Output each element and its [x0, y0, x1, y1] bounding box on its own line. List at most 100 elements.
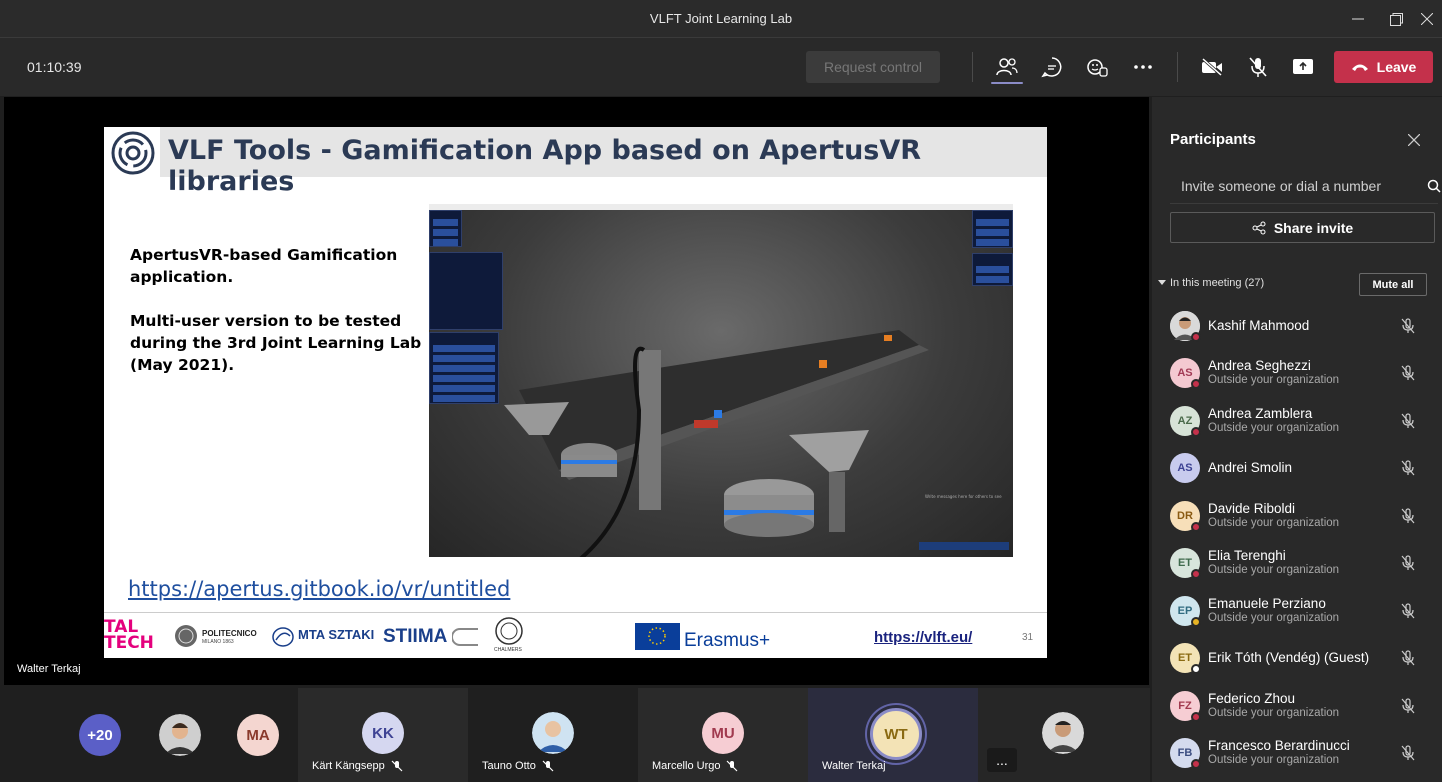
mic-off-icon[interactable]: [1400, 460, 1416, 481]
raise-hand-icon: [1087, 59, 1108, 77]
video-strip: +20 MA KK Kärt Kängsepp Tauno Otto MU Ma…: [0, 688, 1150, 782]
avatar: KK: [362, 712, 404, 754]
more-participants-button[interactable]: ...: [987, 748, 1017, 772]
leave-label: Leave: [1376, 59, 1417, 75]
toolbar-divider: [972, 52, 973, 82]
meeting-toolbar: 01:10:39 Request control Leave: [0, 38, 1442, 96]
tile-name: Kärt Kängsepp: [312, 760, 403, 772]
more-actions-button[interactable]: [1128, 53, 1158, 81]
reactions-button[interactable]: [1082, 53, 1112, 81]
chat-icon: [1041, 57, 1062, 78]
mic-off-icon[interactable]: [1400, 745, 1416, 766]
mic-off-icon[interactable]: [1400, 413, 1416, 434]
participant-row[interactable]: AS Andrea Seghezzi Outside your organizati…: [1170, 352, 1440, 392]
restore-icon: [1389, 12, 1403, 26]
participant-org: Outside your organization: [1208, 754, 1340, 766]
tile-name: Tauno Otto: [482, 760, 554, 772]
chalmers-seal-icon: [495, 617, 523, 645]
video-tile[interactable]: KK Kärt Kängsepp: [298, 688, 468, 782]
vlf-logo-icon: [111, 131, 155, 175]
participant-row[interactable]: FB Francesco Berardinucci Outside your org…: [1170, 732, 1440, 772]
close-icon: [1407, 133, 1421, 147]
participants-active-indicator: [991, 82, 1023, 84]
presence-status: [1191, 759, 1201, 769]
participant-org: Outside your organization: [1208, 612, 1340, 624]
participant-row[interactable]: Kashif Mahmood: [1170, 305, 1440, 345]
stiima-mark-icon: [452, 628, 478, 646]
participant-row[interactable]: EP Emanuele Perziano Outside your organiza…: [1170, 590, 1440, 630]
window-title: VLFT Joint Learning Lab: [649, 11, 793, 26]
meeting-section-toggle[interactable]: In this meeting (27): [1158, 277, 1264, 289]
presentation-slide: VLF Tools - Gamification App based on Ap…: [104, 127, 1047, 658]
avatar: [1042, 712, 1084, 754]
participants-button[interactable]: [992, 53, 1022, 81]
slide-text-line: during the 3rd Joint Learning Lab: [130, 334, 422, 352]
overflow-tile[interactable]: +20: [60, 688, 150, 782]
participant-row[interactable]: ET Erik Tóth (Vendég) (Guest): [1170, 637, 1440, 677]
video-tile[interactable]: MU Marcello Urgo: [638, 688, 808, 782]
participant-row[interactable]: DR Davide Riboldi Outside your organizatio…: [1170, 495, 1440, 535]
leave-button[interactable]: Leave: [1334, 51, 1433, 83]
close-panel-button[interactable]: [1407, 133, 1421, 151]
mic-off-icon[interactable]: [1400, 555, 1416, 576]
share-content-button[interactable]: [1288, 53, 1318, 81]
close-window-button[interactable]: [1412, 6, 1442, 32]
avatar: MA: [237, 714, 279, 756]
hang-up-icon: [1351, 64, 1368, 71]
mic-off-icon[interactable]: [1400, 508, 1416, 529]
mic-off-icon: [1249, 57, 1267, 77]
mic-off-icon: [391, 760, 403, 772]
slide-text-line: Multi-user version to be tested: [130, 312, 402, 330]
participant-name: Davide Riboldi: [1208, 501, 1296, 516]
share-invite-button[interactable]: Share invite: [1170, 212, 1435, 243]
mic-off-icon[interactable]: [1400, 318, 1416, 339]
invite-input[interactable]: [1170, 170, 1400, 202]
maximize-button[interactable]: [1376, 6, 1416, 32]
participant-name: Erik Tóth (Vendég) (Guest): [1208, 650, 1370, 665]
share-invite-label: Share invite: [1273, 219, 1354, 236]
avatar: [532, 712, 574, 754]
video-tile[interactable]: MA: [220, 688, 298, 782]
mic-off-icon[interactable]: [1400, 698, 1416, 719]
participant-row[interactable]: ET Elia Terenghi Outside your organization: [1170, 542, 1440, 582]
apertus-link[interactable]: https://apertus.gitbook.io/vr/untitled: [128, 577, 510, 601]
overflow-count: +20: [79, 714, 121, 756]
polimi-logo-subtext: MILANO 1863: [202, 639, 234, 645]
mute-all-button[interactable]: Mute all: [1359, 273, 1427, 296]
share-icon: [1252, 221, 1266, 234]
slide-title: VLF Tools - Gamification App based on Ap…: [168, 135, 922, 197]
avatar: WT: [870, 708, 922, 760]
participant-name: Andrea Seghezzi: [1208, 358, 1311, 373]
mic-toggle-button[interactable]: [1243, 53, 1273, 81]
participant-row[interactable]: FZ Federico Zhou Outside your organization: [1170, 685, 1440, 725]
slide-text-line: (May 2021).: [130, 356, 235, 374]
panel-title: Participants: [1170, 131, 1256, 148]
chevron-down-icon: [1158, 280, 1166, 285]
presence-status: [1191, 569, 1201, 579]
video-tile[interactable]: Tauno Otto: [468, 688, 638, 782]
participant-name: Francesco Berardinucci: [1208, 738, 1350, 753]
request-control-button[interactable]: Request control: [806, 51, 940, 83]
avatar: [159, 714, 201, 756]
mic-off-icon[interactable]: [1400, 650, 1416, 671]
chat-button[interactable]: [1037, 53, 1067, 81]
vlft-link[interactable]: https://vlft.eu/: [874, 629, 972, 646]
participant-name: Federico Zhou: [1208, 691, 1296, 706]
minimize-button[interactable]: [1338, 6, 1378, 32]
video-tile[interactable]: [150, 688, 220, 782]
camera-toggle-button[interactable]: [1197, 53, 1227, 81]
participant-name: Emanuele Perziano: [1208, 596, 1326, 611]
search-icon[interactable]: [1427, 179, 1441, 193]
stiima-logo: STIIMA: [383, 626, 448, 647]
participant-name: Andrea Zamblera: [1208, 406, 1313, 421]
participant-row[interactable]: AZ Andrea Zamblera Outside your organizati…: [1170, 400, 1440, 440]
participant-row[interactable]: AS Andrei Smolin: [1170, 447, 1440, 487]
presence-status: [1191, 332, 1201, 342]
tile-name: Marcello Urgo: [652, 760, 738, 772]
mic-off-icon[interactable]: [1400, 365, 1416, 386]
mic-off-icon[interactable]: [1400, 603, 1416, 624]
chalmers-logo: CHALMERS: [494, 647, 522, 653]
video-tile-active-speaker[interactable]: WT Walter Terkaj: [808, 688, 978, 782]
presence-status: [1191, 617, 1201, 627]
section-label: In this meeting (27): [1170, 277, 1265, 289]
